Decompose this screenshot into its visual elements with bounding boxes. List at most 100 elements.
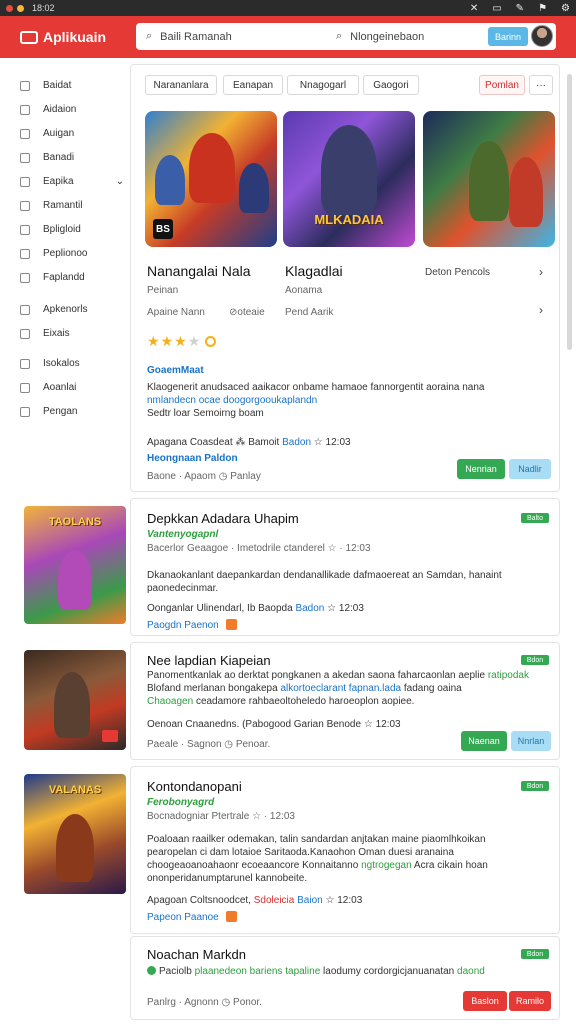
sidebar-item-2[interactable]: Auigan (20, 128, 124, 139)
card-info: Oenoan Cnaanedns. (Pabogood Garian Benod… (147, 719, 401, 730)
card-links: Paogdn Paenon (147, 619, 237, 631)
sidebar-item-12[interactable]: Aoanlai (20, 382, 124, 393)
pin-icon: ✕ (469, 2, 479, 14)
featured-info: Apagana Coasdeat ⁂ Bamoit Badon ☆ 12:03 (147, 437, 351, 448)
hero-figure (469, 141, 509, 221)
filter-chip-0[interactable]: Narananlara (145, 75, 217, 95)
chat-icon (20, 328, 30, 339)
card-description: Dkanaokanlant daepankardan dendanallikad… (147, 570, 502, 594)
card-title[interactable]: Kontondanopani (147, 779, 242, 794)
sidebar-item-6[interactable]: Bpligloid (20, 224, 124, 235)
settings-icon (20, 406, 30, 417)
monitor-icon: ▭ (492, 2, 502, 14)
secondary-button[interactable]: Nnrlan (511, 731, 551, 751)
primary-button[interactable]: Nenrian (457, 459, 505, 479)
star-icon: ☆ (327, 603, 339, 614)
featured-title-1[interactable]: Nanangalai Nala (147, 263, 251, 279)
sidebar-item-0[interactable]: Baidat (20, 80, 124, 91)
sidebar-item-1[interactable]: Aidaion (20, 104, 124, 115)
card-info: Apagoan Coltsnoodcet, Sdoleicia Baion ☆ … (147, 895, 363, 906)
card-thumbnail-3[interactable]: VALANAS (24, 774, 126, 894)
search-location-input[interactable]: Nlongeinebaon (350, 31, 424, 43)
card-title[interactable]: Nee lapdian Kiapeian (147, 653, 271, 668)
card-subtitle: Vantenyogapnl (147, 529, 219, 540)
card-description: Poaloaan raailker odemakan, talin sandar… (147, 834, 488, 884)
featured-tile-1[interactable]: BS (145, 111, 277, 247)
rating-stars: ★★★★ (147, 333, 217, 350)
chevron-right-icon[interactable]: › (539, 265, 543, 279)
featured-description: Klaogenerit anudsaced aaikacor onbame ha… (147, 382, 485, 419)
grid-icon (20, 80, 30, 91)
card-meta: Bocnadogniar Ptertrale ☆ · 12:03 (147, 811, 295, 822)
edit-icon: ✎ (515, 2, 525, 14)
sidebar-item-9[interactable]: Apkenorls (20, 304, 124, 315)
card-links: Papeon Paanoe (147, 911, 237, 923)
app-logo[interactable]: Aplikuain (20, 29, 130, 45)
chevron-down-icon[interactable]: ⌄ (116, 176, 124, 187)
game-badge: BS (153, 219, 173, 239)
minimize-window-icon[interactable] (17, 4, 24, 12)
list-item-1[interactable]: Depkkan Adadara Uhapim Balto Vantenyogap… (130, 498, 560, 636)
app-name: Aplikuain (43, 29, 107, 45)
card-description: Panomentkanlak ao derktat pongkanen a ak… (147, 670, 529, 707)
thumbnail-title: TAOLANS (48, 516, 102, 528)
scrollbar[interactable] (567, 74, 572, 350)
more-options-button[interactable]: ··· (529, 75, 553, 95)
secondary-button[interactable]: Nadlir (509, 459, 551, 479)
clock-icon: ◷ (224, 739, 236, 750)
star-icon: ☆ (325, 895, 338, 906)
card-title[interactable]: Depkkan Adadara Uhapim (147, 511, 299, 526)
primary-button[interactable]: Naenan (461, 731, 507, 751)
star-filled-icon: ★ (174, 333, 188, 349)
featured-link[interactable]: Heongnaan Paldon (147, 453, 238, 464)
list-item-4[interactable]: Noachan Markdn Bdon Paciolb plaanedeon b… (130, 936, 560, 1020)
sidebar-item-8[interactable]: Faplandd (20, 272, 124, 283)
featured-panel: Narananlara Eanapan Nnagogarl Gaogori Po… (130, 64, 560, 492)
close-window-icon[interactable] (6, 4, 13, 12)
side-title[interactable]: Deton Pencols (425, 267, 490, 278)
thumbnail-title: VALANAS (48, 784, 102, 796)
featured-footer: Baone · Apaom ◷ Panlay (147, 471, 261, 482)
avatar[interactable] (531, 25, 553, 47)
search-button[interactable]: Barinn (488, 27, 528, 46)
card-thumbnail-2[interactable] (24, 650, 126, 750)
sidebar-item-10[interactable]: Eixais (20, 328, 124, 339)
secondary-button[interactable]: Ramilo (509, 991, 551, 1011)
status-dot-icon (147, 966, 156, 975)
card-info: Oonganlar Ulinendarl, Ib Baopda Badon ☆ … (147, 603, 364, 614)
triangle-icon (20, 200, 30, 211)
description-link[interactable]: nmlandecn ocae doogorgooukaplandn (147, 395, 317, 406)
search-input[interactable]: Baili Ramanah (160, 31, 232, 43)
filter-chip-2[interactable]: Nnagogarl (287, 75, 359, 95)
status-badge: Bdon (521, 781, 549, 791)
section-title[interactable]: GoaemMaat (147, 365, 204, 376)
featured-sub-2: Aonama (285, 285, 323, 296)
list-item-3[interactable]: Kontondanopani Bdon Ferobonyagrd Bocnado… (130, 766, 560, 934)
hero-figure (509, 157, 543, 227)
search-bar[interactable]: ⌕ Baili Ramanah ⌕ Nlongeinebaon Barinn (136, 23, 556, 50)
sidebar-item-11[interactable]: Isokalos (20, 358, 124, 369)
sidebar-item-7[interactable]: Peplionoo (20, 248, 124, 259)
featured-tile-3[interactable] (423, 111, 555, 247)
sidebar-item-4[interactable]: Eapika ⌄ (20, 176, 124, 187)
app-header: Aplikuain ⌕ Baili Ramanah ⌕ Nlongeinebao… (0, 16, 576, 58)
star-filled-icon: ★ (160, 333, 175, 349)
filter-chip-3[interactable]: Gaogori (363, 75, 419, 95)
sidebar-item-3[interactable]: Banadi (20, 152, 124, 163)
chevron-right-icon[interactable]: › (539, 303, 543, 317)
sidebar-item-13[interactable]: Pengan (20, 406, 124, 417)
filter-action-button[interactable]: Pomlan (479, 75, 525, 95)
featured-tile-2[interactable]: MLKADAIA (283, 111, 415, 247)
flag-icon: ⚑ (538, 2, 548, 14)
card-thumbnail-1[interactable]: TAOLANS (24, 506, 126, 624)
search-icon-secondary: ⌕ (336, 30, 343, 42)
card-title[interactable]: Noachan Markdn (147, 947, 246, 962)
sidebar-item-5[interactable]: Ramantil (20, 200, 124, 211)
filter-chip-1[interactable]: Eanapan (223, 75, 283, 95)
featured-sub-1: Peinan (147, 285, 179, 296)
featured-meta-1: Apaine Nann (147, 307, 205, 318)
featured-title-2[interactable]: Klagadlai (285, 263, 343, 279)
settings-icon: ⚙ (561, 2, 570, 14)
list-item-2[interactable]: Nee lapdian Kiapeian Bdon Panomentkanlak… (130, 642, 560, 760)
primary-button[interactable]: Baslon (463, 991, 507, 1011)
